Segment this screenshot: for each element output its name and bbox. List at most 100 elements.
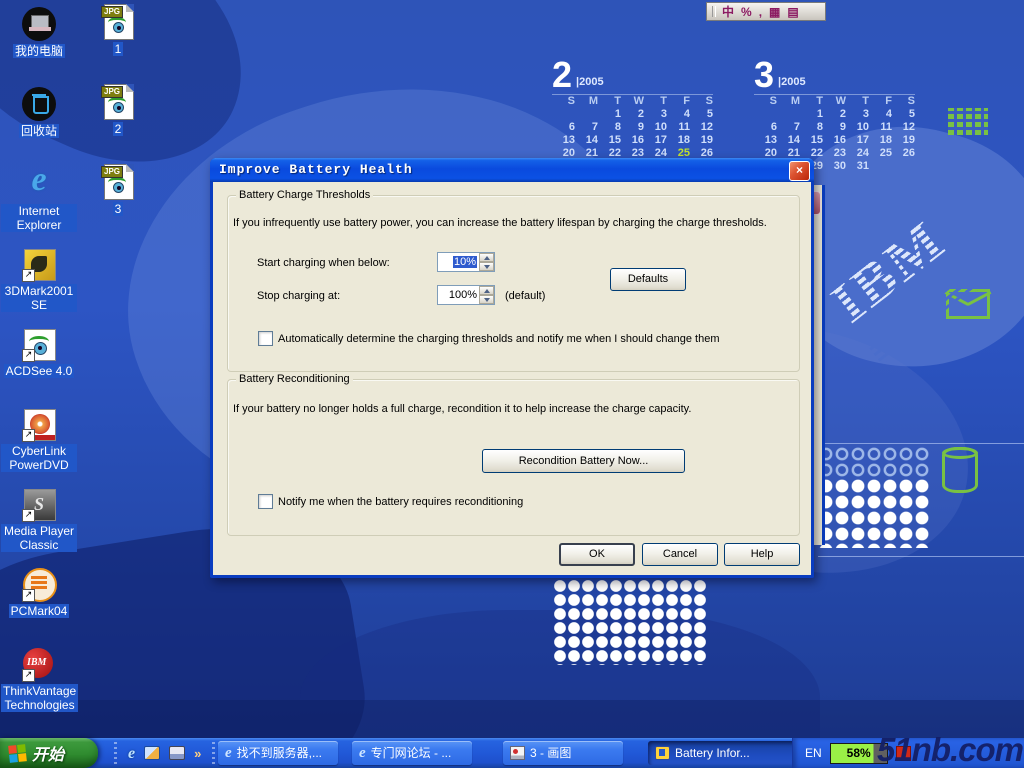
quick-launch-overflow-chevron[interactable]: » [194, 746, 201, 761]
desktop-icon-label: Media Player Classic [1, 524, 77, 552]
calendar-date [575, 108, 598, 121]
group-title: Battery Charge Thresholds [236, 189, 373, 201]
close-button[interactable]: × [789, 161, 810, 181]
calendar-date: 11 [869, 121, 892, 134]
watermark: 51nb.com [877, 732, 1023, 768]
auto-determine-label[interactable]: Automatically determine the charging thr… [278, 333, 719, 345]
chinese-mode-icon[interactable]: 中 [722, 4, 734, 20]
notify-reconditioning-checkbox[interactable] [258, 494, 273, 509]
calendar-date: 8 [598, 121, 621, 134]
desktop-icon-label: 3DMark2001 SE [1, 284, 77, 312]
calendar-date: 12 [892, 121, 915, 134]
calendar-day-header: S [754, 95, 777, 109]
spin-up-icon[interactable] [479, 286, 494, 295]
stop-charging-spinner[interactable]: 100% [437, 285, 495, 305]
defaults-button[interactable]: Defaults [610, 268, 686, 291]
calendar-date: 6 [552, 121, 575, 134]
calendar-day-header: S [892, 95, 915, 109]
outlook-express-icon[interactable] [144, 746, 160, 760]
desktop-icon-jpg-file-1[interactable]: JPG1 [80, 4, 156, 58]
internet-explorer-icon: e [21, 162, 57, 198]
desktop-icon-internet-explorer[interactable]: eInternet Explorer [1, 166, 77, 234]
desktop-icon-jpg-file-3[interactable]: JPG3 [80, 164, 156, 218]
calendar-date: 15 [800, 134, 823, 147]
spin-down-icon[interactable] [479, 262, 494, 271]
desktop-icon-acdsee-4-0[interactable]: ↗ACDSee 4.0 [1, 326, 77, 380]
internet-explorer-icon[interactable]: e [128, 745, 135, 762]
ime-icon-group: 中%, ▦ ▤ [722, 4, 799, 20]
calendar-date: 19 [690, 134, 713, 147]
improve-battery-health-dialog: Improve Battery Health × Battery Charge … [210, 158, 814, 578]
desktop-icon-label: 2 [113, 122, 124, 136]
ok-button[interactable]: OK [559, 543, 635, 566]
calendar-day-header: S [690, 95, 713, 109]
shortcut-arrow-icon: ↗ [22, 589, 35, 602]
fullwidth-toggle-icon[interactable]: % [741, 4, 752, 20]
calendar-date: 18 [667, 134, 690, 147]
group-title: Battery Reconditioning [236, 373, 353, 385]
desktop-icon-label: CyberLink PowerDVD [1, 444, 77, 472]
punctuation-toggle-icon[interactable]: , [759, 4, 762, 20]
task-button-4[interactable]: Battery Infor... [648, 741, 806, 765]
desktop-icon-thinkvantage-technologies[interactable]: ↗ThinkVantage Technologies [1, 646, 77, 714]
windows-flag-icon [8, 744, 27, 763]
calendar-day-header: S [552, 95, 575, 109]
spinner-buttons [479, 286, 494, 304]
dialog-body: Battery Charge Thresholds If you infrequ… [213, 182, 811, 575]
calendar-date: 9 [823, 121, 846, 134]
calendar-date: 11 [667, 121, 690, 134]
task-button-2[interactable]: e专门网论坛 - ... [352, 741, 472, 765]
desktop-icon-label: 我的电脑 [13, 44, 65, 58]
calendar-date: 25 [869, 147, 892, 160]
spin-down-icon[interactable] [479, 295, 494, 304]
calendar-day-header: T [846, 95, 869, 109]
calendar-date: 17 [644, 134, 667, 147]
shortcut-arrow-icon: ↗ [22, 269, 35, 282]
start-charging-spinner[interactable]: 10% [437, 252, 495, 272]
help-button[interactable]: Help [724, 543, 800, 566]
cancel-button[interactable]: Cancel [642, 543, 718, 566]
desktop-icon-recycle-bin[interactable]: 回收站 [1, 86, 77, 140]
calendar-date: 5 [690, 108, 713, 121]
calendar-date: 5 [892, 108, 915, 121]
recondition-battery-button[interactable]: Recondition Battery Now... [482, 449, 685, 473]
show-desktop-icon[interactable] [169, 746, 185, 760]
calendar-day-header: T [644, 95, 667, 109]
start-button[interactable]: 开始 [0, 738, 98, 768]
stop-charging-value[interactable]: 100% [438, 286, 479, 304]
calendar-date: 3 [644, 108, 667, 121]
ime-grip[interactable] [712, 6, 716, 17]
soft-keyboard-icon[interactable]: ▦ [769, 4, 780, 20]
language-indicator[interactable]: EN [805, 746, 822, 760]
dialog-titlebar[interactable]: Improve Battery Health × [210, 158, 814, 182]
auto-determine-checkbox[interactable] [258, 331, 273, 346]
calendar-date: 16 [621, 134, 644, 147]
calendar-date: 26 [892, 147, 915, 160]
desktop-icon-media-player-classic[interactable]: ↗Media Player Classic [1, 486, 77, 554]
task-button-label: 3 - 画图 [530, 741, 571, 765]
calendar-date: 14 [777, 134, 800, 147]
calendar-date: 3 [846, 108, 869, 121]
desktop-icon-pcmark04[interactable]: ↗PCMark04 [1, 566, 77, 620]
task-button-3[interactable]: 3 - 画图 [503, 741, 623, 765]
calendar-date: 13 [754, 134, 777, 147]
calendar-date [892, 160, 915, 173]
desktop-icon-cyberlink-powerdvd[interactable]: ↗CyberLink PowerDVD [1, 406, 77, 474]
ime-toolbar[interactable]: 中%, ▦ ▤ [706, 2, 826, 21]
calendar-date: 10 [644, 121, 667, 134]
start-charging-value[interactable]: 10% [438, 253, 479, 271]
calendar-date: 1 [598, 108, 621, 121]
desktop-icon-jpg-file-2[interactable]: JPG2 [80, 84, 156, 138]
grid-icon [948, 108, 988, 135]
spin-up-icon[interactable] [479, 253, 494, 262]
calendar-date [777, 108, 800, 121]
desktop-icon-3dmark2001-se[interactable]: ↗ 3DMark2001 SE [1, 246, 77, 314]
desktop: IBM 2 |2005 SMTWTFS123456789101112131415… [0, 0, 1024, 768]
menu-icon[interactable]: ▤ [787, 4, 798, 20]
calendar-date: 1 [800, 108, 823, 121]
wallpaper-line [818, 556, 1024, 557]
task-button-1[interactable]: e找不到服务器,... [218, 741, 338, 765]
desktop-icon-my-computer[interactable]: 我的电脑 [1, 6, 77, 60]
notify-reconditioning-label[interactable]: Notify me when the battery requires reco… [278, 496, 523, 508]
battery-icon [655, 746, 670, 760]
